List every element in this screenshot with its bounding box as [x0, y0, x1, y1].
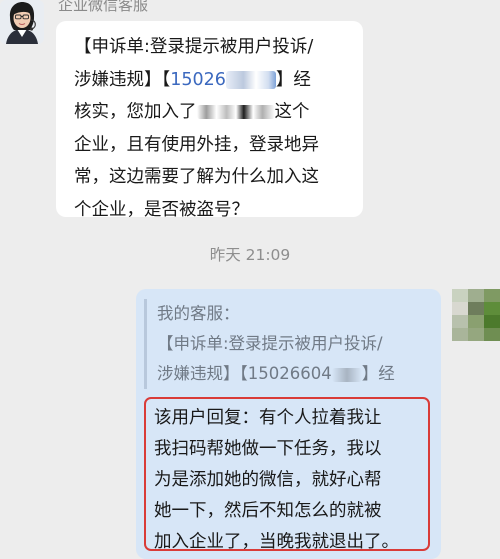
highlighted-user-reply: 该用户回复：有个人拉着我让 我扫码帮她做一下任务，我以 为是添加她的微信，就好心… — [144, 397, 430, 552]
incoming-line-2: 涉嫌违规】【15026 】经 — [74, 70, 311, 90]
reply-line-4: 她一下，然后不知怎么的就被 — [154, 501, 382, 521]
support-agent-avatar[interactable] — [0, 0, 44, 44]
quoted-message-text: 我的客服： 【申诉单:登录提示被用户投诉/ 涉嫌违规】【15026604 】经 — [157, 299, 395, 389]
incoming-line-3: 核实，您加入了 这个 — [74, 102, 310, 122]
quote-line-2: 【申诉单:登录提示被用户投诉/ — [157, 334, 383, 353]
incoming-message-bubble[interactable]: 【申诉单:登录提示被用户投诉/ 涉嫌违规】【15026 】经 核实，您加入了 这个 … — [56, 21, 363, 220]
phone-number-link[interactable]: 15026 — [170, 70, 276, 90]
incoming-message-text: 【申诉单:登录提示被用户投诉/ 涉嫌违规】【15026 】经 核实，您加入了 这个 … — [74, 31, 360, 226]
outgoing-message-bubble[interactable]: 我的客服： 【申诉单:登录提示被用户投诉/ 涉嫌违规】【15026604 】经 该… — [136, 289, 441, 559]
sender-name: 企业微信客服 — [58, 0, 149, 14]
reply-line-2: 我扫码帮她做一下任务，我以 — [154, 439, 382, 459]
incoming-line-3-suffix: 这个 — [274, 102, 310, 122]
user-reply-text: 该用户回复：有个人拉着我让 我扫码帮她做一下任务，我以 为是添加她的微信，就好心… — [154, 403, 399, 558]
support-agent-avatar-image — [0, 0, 44, 44]
quote-line-3-suffix: 】经 — [361, 364, 395, 383]
incoming-line-4: 企业，且有使用外挂，登录地异 — [74, 134, 319, 155]
reply-line-1: 该用户回复：有个人拉着我让 — [154, 408, 382, 428]
reply-line-3: 为是添加她的微信，就好心帮 — [154, 470, 382, 490]
quote-line-1: 我的客服： — [157, 304, 240, 323]
reply-line-5: 加入企业了，当晚我就退出了。 — [154, 532, 399, 552]
incoming-line-5: 常，这边需要了解为什么加入这 — [74, 167, 319, 187]
phone-number-visible: 15026 — [170, 69, 226, 90]
quote-line-3-prefix: 涉嫌违规】【15026604 — [157, 364, 332, 383]
incoming-line-1: 【申诉单:登录提示被用户投诉/ — [74, 37, 314, 57]
pixelated-avatar-image — [452, 289, 500, 341]
message-timestamp: 昨天 21:09 — [209, 246, 291, 264]
quote-line-3: 涉嫌违规】【15026604 】经 — [157, 364, 395, 383]
incoming-line-2-prefix: 涉嫌违规】【 — [74, 69, 171, 90]
redacted-quote-phone-digits — [331, 367, 362, 382]
redacted-phone-digits — [225, 70, 276, 89]
incoming-line-2-suffix: 】经 — [275, 69, 311, 90]
incoming-line-3-prefix: 核实，您加入了 — [74, 102, 197, 122]
incoming-line-6: 个企业，是否被盗号？ — [74, 199, 249, 220]
quoted-message[interactable]: 我的客服： 【申诉单:登录提示被用户投诉/ 涉嫌违规】【15026604 】经 — [144, 299, 435, 389]
redacted-company-name — [196, 105, 275, 119]
user-avatar[interactable] — [452, 289, 500, 341]
